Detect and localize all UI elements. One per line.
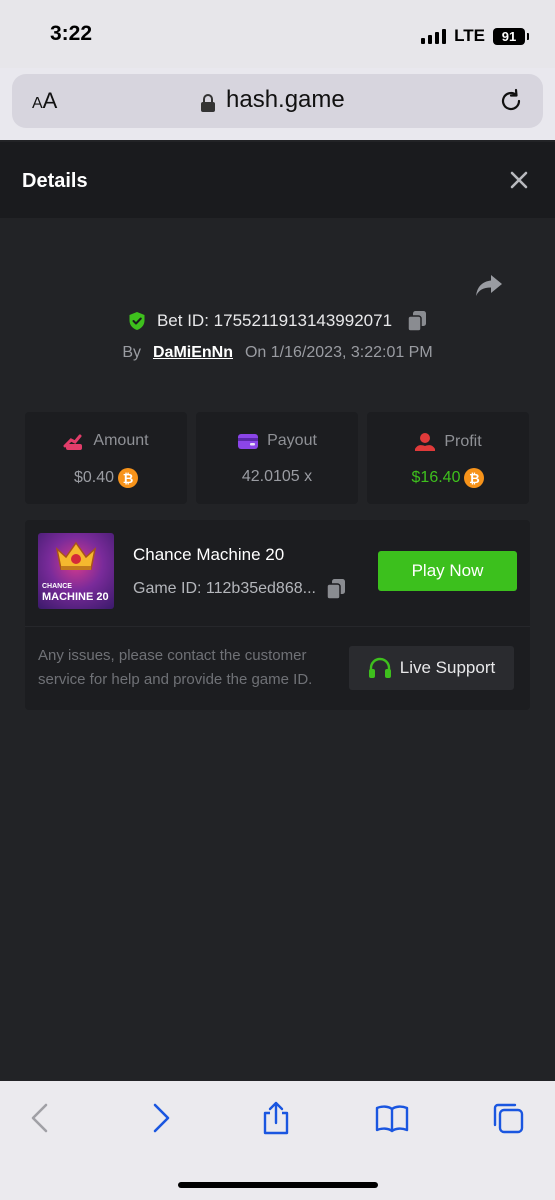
username-link[interactable]: DaMiEnNn — [153, 344, 233, 361]
live-support-label: Live Support — [399, 658, 496, 677]
game-name: Chance Machine 20 — [133, 545, 285, 564]
by-label: By — [122, 344, 141, 361]
copy-icon[interactable] — [407, 310, 427, 332]
game-thumbnail[interactable]: CHANCE MACHINE 20 — [38, 533, 114, 609]
share-icon[interactable] — [474, 272, 504, 298]
profit-card: Profit $16.40 ₿ — [367, 412, 529, 504]
game-card: CHANCE MACHINE 20 Chance Machine 20 Game… — [25, 520, 530, 710]
amount-label: Amount — [93, 432, 149, 449]
tabs-icon[interactable] — [491, 1101, 525, 1135]
lock-icon — [201, 94, 215, 112]
wallet-icon — [238, 434, 259, 449]
divider — [25, 626, 530, 627]
back-icon[interactable] — [24, 1101, 58, 1135]
network-label: LTE — [454, 26, 485, 45]
payout-label: Payout — [267, 432, 317, 449]
browser-address-area: AA hash.game — [0, 68, 555, 140]
payout-value: 42.0105 x — [241, 468, 313, 485]
copy-icon[interactable] — [326, 578, 346, 600]
home-indicator — [178, 1182, 378, 1188]
bet-id-label: Bet ID: — [156, 311, 209, 330]
thumbnail-text-bottom: MACHINE 20 — [42, 591, 109, 603]
bet-datetime: 1/16/2023, 3:22:01 PM — [270, 344, 433, 361]
live-support-button[interactable]: Live Support — [349, 646, 514, 690]
url-text[interactable]: hash.game — [226, 86, 345, 114]
address-bar[interactable]: AA hash.game — [12, 74, 543, 128]
details-title: Details — [22, 170, 88, 192]
battery-icon: 91 — [493, 27, 529, 45]
verified-shield-icon — [129, 312, 145, 330]
bet-id-value: 1755211913143992071 — [213, 311, 393, 330]
bitcoin-icon: ₿ — [464, 468, 485, 488]
profit-value: $16.40 — [411, 469, 461, 486]
close-icon[interactable] — [509, 170, 529, 190]
game-id-label: Game ID: — [133, 580, 202, 597]
payout-card: Payout 42.0105 x — [196, 412, 358, 504]
reload-icon[interactable] — [497, 87, 525, 115]
text-size-button[interactable]: AA — [32, 88, 57, 114]
forward-icon[interactable] — [143, 1101, 177, 1135]
bet-id-row: Bet ID: 1755211913143992071 — [0, 310, 555, 332]
play-now-button[interactable]: Play Now — [378, 551, 517, 591]
crown-icon — [55, 541, 97, 570]
on-label: On — [244, 344, 267, 361]
details-header: Details — [0, 142, 555, 218]
thumbnail-text-top: CHANCE — [42, 583, 72, 590]
status-indicators: LTE 91 — [421, 26, 529, 46]
bitcoin-icon: ₿ — [118, 468, 139, 488]
bookmarks-icon[interactable] — [375, 1101, 409, 1135]
signal-icon — [421, 28, 447, 44]
amount-value: $0.40 — [73, 469, 115, 486]
bettor-row: By DaMiEnNn On 1/16/2023, 3:22:01 PM — [0, 344, 555, 362]
headset-icon — [368, 657, 391, 678]
amount-card: Amount $0.40 ₿ — [25, 412, 187, 504]
profit-label: Profit — [444, 433, 482, 450]
status-bar: 3:22 LTE 91 — [0, 0, 555, 68]
amount-icon — [63, 434, 83, 450]
share-sheet-icon[interactable] — [259, 1101, 293, 1135]
profit-icon — [415, 433, 436, 451]
game-id-value: 112b35ed868... — [205, 580, 316, 597]
support-message: Any issues, please contact the customer … — [38, 647, 313, 688]
status-time: 3:22 — [50, 22, 93, 45]
game-id-row: Game ID: 112b35ed868... — [133, 578, 346, 600]
